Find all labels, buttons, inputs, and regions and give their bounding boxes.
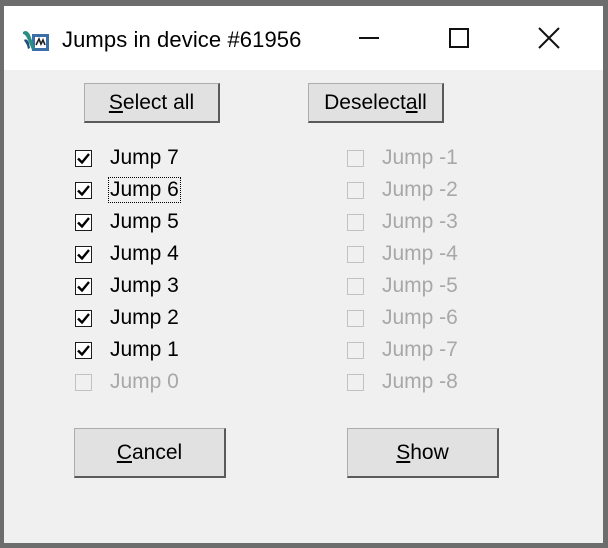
- checkbox-empty-icon: [347, 149, 364, 167]
- jump-checkbox-label: Jump -6: [382, 306, 458, 329]
- checkbox-checked-icon[interactable]: [75, 309, 92, 327]
- checkbox-empty-icon: [347, 341, 364, 359]
- checkbox-checked-icon[interactable]: [75, 213, 92, 231]
- jump-checkbox: Jump -6: [347, 303, 460, 333]
- jump-checkbox[interactable]: Jump 6: [75, 175, 181, 205]
- jump-checkbox-label: Jump -8: [382, 370, 458, 393]
- jump-checkbox[interactable]: Jump 1: [75, 335, 181, 365]
- jump-checkbox-label: Jump -1: [382, 146, 458, 169]
- checkbox-checked-icon[interactable]: [75, 245, 92, 263]
- jump-checkbox-label: Jump -5: [382, 274, 458, 297]
- checkbox-checked-icon[interactable]: [75, 277, 92, 295]
- select-all-label-post: elect all: [122, 90, 195, 114]
- checkbox-checked-icon[interactable]: [75, 181, 92, 199]
- jump-checkbox: Jump -3: [347, 207, 460, 237]
- checkbox-empty-icon: [347, 245, 364, 263]
- wavy-signal-app-icon: [21, 26, 51, 56]
- jump-checkbox-label: Jump -4: [382, 242, 458, 265]
- maximize-icon: [449, 28, 469, 48]
- jump-checkbox-label: Jump -2: [382, 178, 458, 201]
- jump-checkbox-label: Jump -7: [382, 338, 458, 361]
- checkbox-empty-icon: [347, 213, 364, 231]
- checkbox-checked-icon[interactable]: [75, 149, 92, 167]
- jump-checkbox[interactable]: Jump 4: [75, 239, 181, 269]
- jump-checkbox: Jump -2: [347, 175, 460, 205]
- minimize-icon: [359, 36, 379, 40]
- cancel-access-key: C: [116, 440, 132, 464]
- deselect-all-button[interactable]: Deselect a ll: [308, 83, 444, 123]
- deselect-all-label-post: ll: [417, 90, 427, 114]
- jump-checkbox[interactable]: Jump 5: [75, 207, 181, 237]
- dialog-window: Jumps in device #61956 Select all Desele…: [0, 0, 608, 548]
- show-label-post: how: [410, 440, 449, 464]
- deselect-all-access-key: a: [405, 90, 418, 114]
- select-all-button[interactable]: Select all: [84, 83, 220, 123]
- maximize-button[interactable]: [414, 6, 504, 70]
- checkbox-empty-icon: [347, 373, 364, 391]
- minimize-button[interactable]: [324, 6, 414, 70]
- window-title: Jumps in device #61956: [62, 27, 302, 52]
- jump-checkbox: Jump -5: [347, 271, 460, 301]
- jump-checkbox: Jump -4: [347, 239, 460, 269]
- jump-checkbox-label: Jump 5: [110, 210, 179, 233]
- jump-checkbox[interactable]: Jump 2: [75, 303, 181, 333]
- cancel-button[interactable]: Cancel: [74, 428, 226, 478]
- checkbox-empty-icon: [75, 373, 92, 391]
- jump-checkbox[interactable]: Jump 7: [75, 143, 181, 173]
- checkbox-empty-icon: [347, 309, 364, 327]
- checkbox-empty-icon: [347, 277, 364, 295]
- show-button[interactable]: Show: [347, 428, 499, 478]
- jump-checkbox-label: Jump 3: [110, 274, 179, 297]
- title-bar[interactable]: Jumps in device #61956: [4, 6, 603, 70]
- cancel-label-post: ancel: [131, 440, 183, 464]
- checkbox-checked-icon[interactable]: [75, 341, 92, 359]
- show-access-key: S: [396, 440, 411, 464]
- jump-checkbox: Jump 0: [75, 367, 181, 397]
- close-icon: [538, 27, 560, 49]
- jump-checkbox-label: Jump 7: [110, 146, 179, 169]
- jump-checkbox: Jump -8: [347, 367, 460, 397]
- jump-checkbox-label: Jump 1: [110, 338, 179, 361]
- jump-checkbox-label: Jump -3: [382, 210, 458, 233]
- jump-checkbox-label: Jump 2: [110, 306, 179, 329]
- jump-checkbox[interactable]: Jump 3: [75, 271, 181, 301]
- jump-checkbox-label: Jump 4: [110, 242, 179, 265]
- jump-checkbox-label: Jump 6: [108, 177, 181, 203]
- select-all-access-key: S: [108, 90, 123, 114]
- jump-checkbox-label: Jump 0: [110, 370, 179, 393]
- jump-checkbox: Jump -1: [347, 143, 460, 173]
- checkbox-empty-icon: [347, 181, 364, 199]
- deselect-all-label-pre: Deselect: [324, 90, 406, 114]
- jump-checkbox: Jump -7: [347, 335, 460, 365]
- close-button[interactable]: [504, 6, 594, 70]
